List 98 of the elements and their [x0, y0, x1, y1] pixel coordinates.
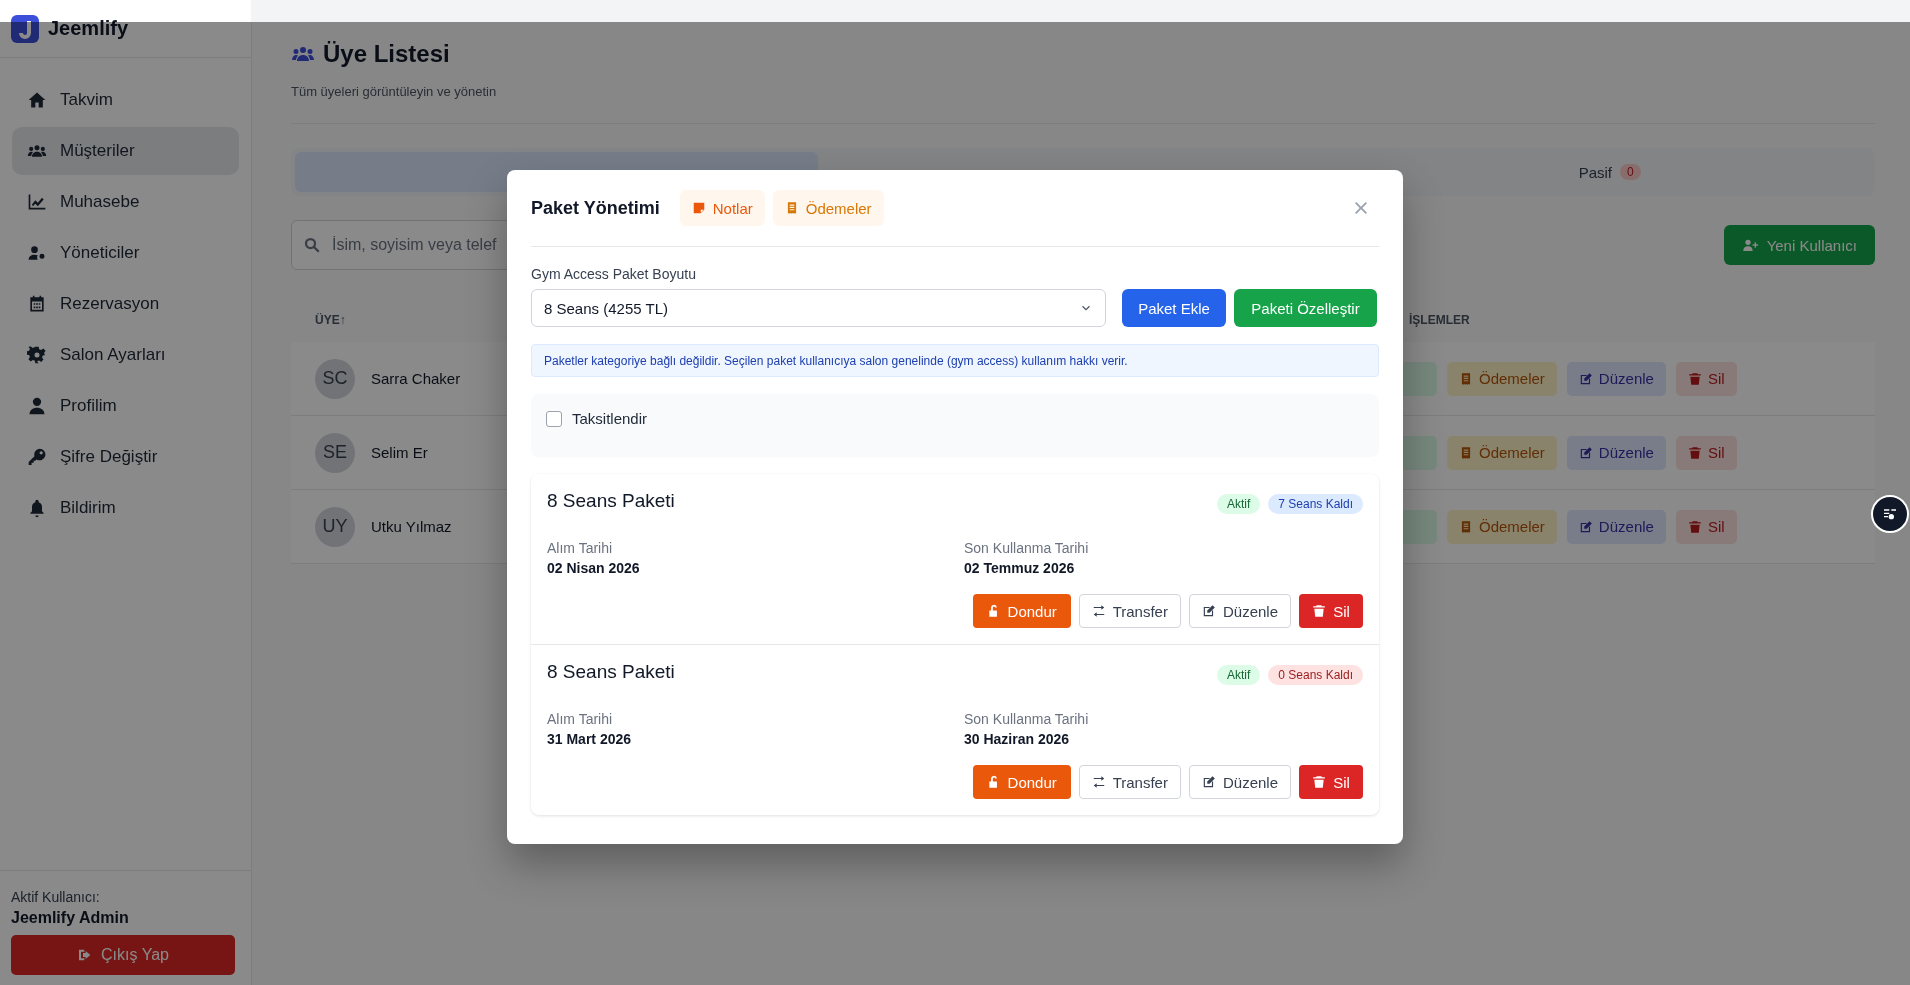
installment-checkbox[interactable]: Taksitlendir [546, 410, 648, 427]
house-icon [27, 90, 47, 110]
tab-label: Pasif [1578, 163, 1612, 181]
date-value: 02 Nisan 2026 [547, 560, 641, 576]
row-action-button[interactable]: Ödemeler [1447, 361, 1557, 396]
date-label: Son Kullanma Tarihi [964, 540, 1090, 556]
package-select[interactable]: 8 Seans (4255 TL) [531, 289, 1106, 327]
edit-icon [1578, 445, 1593, 460]
customize-package-button[interactable]: Paketi Özelleştir [1234, 289, 1377, 327]
trash-icon [1687, 519, 1702, 534]
user-name: Jeemlify Admin [11, 909, 130, 927]
key-icon [27, 447, 47, 467]
nav-item[interactable]: Rezervasyon [12, 280, 239, 328]
status-badge: Aktif [1216, 494, 1261, 514]
user-label: Aktif Kullanıcı: [11, 889, 101, 905]
logo-icon [11, 14, 39, 43]
member-name: Utku Yılmaz [371, 518, 452, 535]
edit-icon [1201, 775, 1216, 789]
logout-button[interactable]: Çıkış Yap [11, 935, 235, 975]
nav-item[interactable]: Şifre Değiştir [12, 433, 239, 481]
bell-icon [27, 498, 47, 518]
member-name: Sarra Chaker [371, 370, 461, 387]
calendar-icon [27, 294, 47, 314]
status-badge: Aktif [1216, 665, 1261, 685]
avatar: UY [315, 506, 355, 547]
row-action-button[interactable]: Sil [1675, 361, 1737, 396]
date-value: 02 Temmuz 2026 [964, 560, 1076, 576]
receipt-icon [1459, 445, 1473, 460]
date-label: Alım Tarihi [547, 540, 614, 556]
package-action-button[interactable]: Transfer [1078, 594, 1181, 628]
dialog-tab[interactable]: Notlar [679, 190, 765, 226]
user-plus-icon [1741, 237, 1758, 253]
row-action-button[interactable]: Sil [1675, 509, 1737, 544]
edit-icon [1578, 519, 1593, 534]
nav-item[interactable]: Müşteriler [12, 127, 239, 175]
date-label: Son Kullanma Tarihi [964, 711, 1090, 727]
row-action-button[interactable]: Ödemeler [1447, 435, 1557, 470]
trash-icon [1312, 775, 1327, 789]
nav-item[interactable]: Takvim [12, 76, 239, 124]
info-note: Paketler kategoriye bağlı değildir. Seçilen paket kullanıcıya salon genelinde (gym access) kullanım hakkı verir. [531, 344, 1379, 377]
note-icon [691, 201, 706, 215]
field-label: Gym Access Paket Boyutu [531, 266, 697, 282]
new-user-button[interactable]: Yeni Kullanıcı [1723, 225, 1875, 265]
remaining-badge: 7 Seans Kaldı [1268, 494, 1363, 514]
package-action-button[interactable]: Düzenle [1188, 765, 1291, 799]
edit-icon [1578, 371, 1593, 386]
brand-name: Jeemlify [48, 17, 129, 40]
nav-item[interactable]: Yöneticiler [12, 229, 239, 277]
nav-item[interactable]: Muhasebe [12, 178, 239, 226]
floating-button[interactable] [1871, 495, 1909, 533]
page-title: Üye Listesi [323, 40, 450, 68]
column-header: İŞLEMLER [1408, 313, 1471, 327]
row-action-button[interactable]: Düzenle [1566, 361, 1666, 396]
row-action-button[interactable]: Sil [1675, 435, 1737, 470]
package-action-button[interactable]: Dondur [972, 594, 1071, 628]
date-value: 30 Haziran 2026 [964, 731, 1071, 747]
nav-item[interactable]: Bildirim [12, 484, 239, 532]
package-action-button[interactable]: Düzenle [1188, 594, 1291, 628]
remaining-badge: 0 Seans Kaldı [1268, 665, 1363, 685]
receipt-icon [1459, 519, 1473, 534]
count-badge: 0 [1620, 164, 1641, 180]
nav-item[interactable]: Salon Ayarları [12, 331, 239, 379]
page-subtitle: Tüm üyeleri görüntüleyin ve yönetin [291, 84, 498, 99]
checkbox-label: Taksitlendir [572, 410, 648, 427]
trash-icon [1687, 445, 1702, 460]
filter-tab[interactable]: Pasif 0 [1348, 152, 1871, 192]
close-icon[interactable] [1353, 200, 1369, 216]
row-action-button[interactable]: Düzenle [1566, 509, 1666, 544]
row-action-button[interactable]: Düzenle [1566, 435, 1666, 470]
row-action-button[interactable]: Ödemeler [1447, 509, 1557, 544]
date-label: Alım Tarihi [547, 711, 614, 727]
member-name: Selim Er [371, 444, 428, 461]
package-name: 8 Seans Paketi [547, 661, 675, 683]
user-gear-icon [27, 243, 47, 263]
add-package-button[interactable]: Paket Ekle [1122, 289, 1226, 327]
nav-item[interactable]: Profilim [12, 382, 239, 430]
package-name: 8 Seans Paketi [547, 490, 675, 512]
trash-icon [1312, 604, 1327, 618]
dialog-tab[interactable]: Ödemeler [772, 190, 884, 226]
line-chart-icon [27, 192, 47, 212]
avatar: SE [315, 432, 355, 473]
avatar: SC [315, 358, 355, 399]
dialog-title: Paket Yönetimi [531, 197, 660, 219]
search-icon [303, 236, 321, 254]
edit-icon [1201, 604, 1216, 618]
trash-icon [1687, 371, 1702, 386]
package-action-button[interactable]: Sil [1299, 594, 1363, 628]
gear-icon [27, 345, 47, 365]
date-value: 31 Mart 2026 [547, 731, 633, 747]
person-icon [27, 396, 47, 416]
arrows-icon [1091, 604, 1106, 618]
package-action-button[interactable]: Sil [1299, 765, 1363, 799]
receipt-icon [1459, 371, 1473, 386]
checkbox[interactable] [546, 410, 562, 427]
package-action-button[interactable]: Dondur [972, 765, 1071, 799]
arrows-icon [1091, 775, 1106, 789]
list-icon [1882, 506, 1898, 522]
package-action-button[interactable]: Transfer [1078, 765, 1181, 799]
